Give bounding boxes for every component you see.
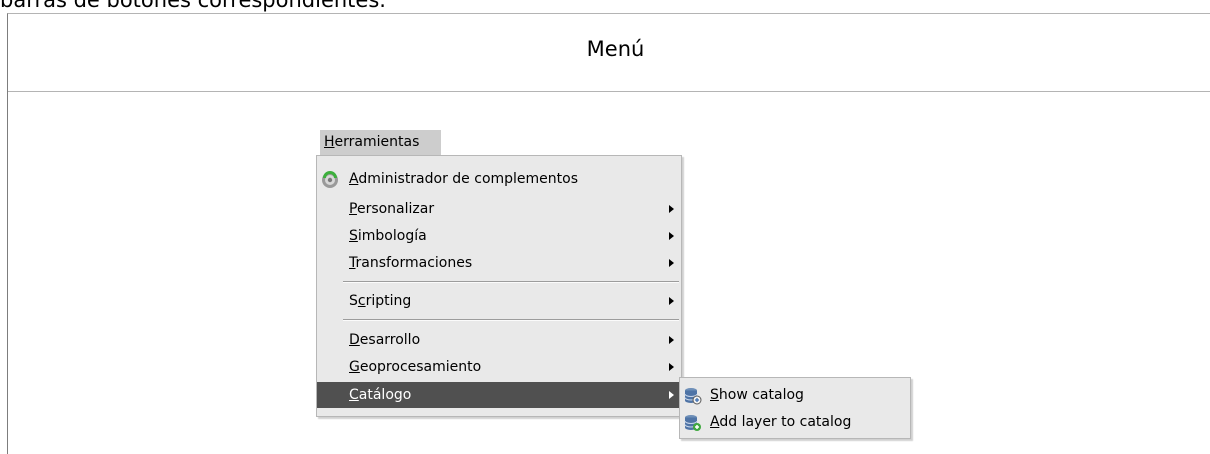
submenu-arrow-icon [669,336,674,344]
menu-item-label: Simbología [349,228,427,244]
menu-item-label: Transformaciones [349,255,473,271]
menu-item-label: Geoprocesamiento [349,359,482,375]
menu-separator [343,281,679,283]
database-add-icon [684,415,701,431]
submenu-arrow-icon [669,232,674,240]
submenu-item-label: Add layer to catalog [710,414,852,430]
menu-item-catalogo[interactable]: Catálogo [317,382,681,408]
menu-item-transformaciones[interactable]: Transformaciones [317,250,681,276]
menu-item-administrador-de-complementos[interactable]: Administrador de complementos [317,166,681,192]
menubar-herramientas[interactable]: Herramientas [320,130,441,155]
menubar-label-rest: erramientas [334,134,420,150]
submenu-item-add-layer-to-catalog[interactable]: Add layer to catalog [680,409,910,436]
menu-item-desarrollo[interactable]: Desarrollo [317,327,681,353]
menu-item-label-prefix: S [349,293,358,309]
addon-manager-icon [322,171,338,188]
menu-item-personalizar[interactable]: Personalizar [317,196,681,222]
menu-item-simbologia[interactable]: Simbología [317,223,681,249]
menu-item-geoprocesamiento[interactable]: Geoprocesamiento [317,354,681,380]
menu-item-label: Personalizar [349,201,435,217]
menu-separator [343,319,679,321]
submenu-arrow-icon [669,259,674,267]
submenu-arrow-icon [669,391,674,399]
submenu-arrow-icon [669,297,674,305]
submenu-arrow-icon [669,205,674,213]
submenu-item-show-catalog[interactable]: Show catalog [680,382,910,409]
catalogo-submenu: Show catalog Add layer to catalog [679,377,911,439]
submenu-item-label: Show catalog [710,387,804,403]
menu-item-label: Catálogo [349,387,412,403]
menu-item-scripting[interactable]: Scripting [317,288,681,314]
herramientas-menu: Administrador de complementos Personaliz… [316,155,682,417]
menu-item-label: Desarrollo [349,332,421,348]
table-header: Menú [8,14,1210,92]
table-header-label: Menú [586,36,645,61]
document-caption: barras de botones correspondientes. [0,0,386,12]
menu-item-label: Scripting [349,293,412,309]
menubar-accelerator: H [324,134,335,150]
menu-item-label-suffix: ripting [365,293,412,309]
menu-item-label: Administrador de complementos [349,171,579,187]
database-view-icon [684,388,702,405]
submenu-arrow-icon [669,363,674,371]
